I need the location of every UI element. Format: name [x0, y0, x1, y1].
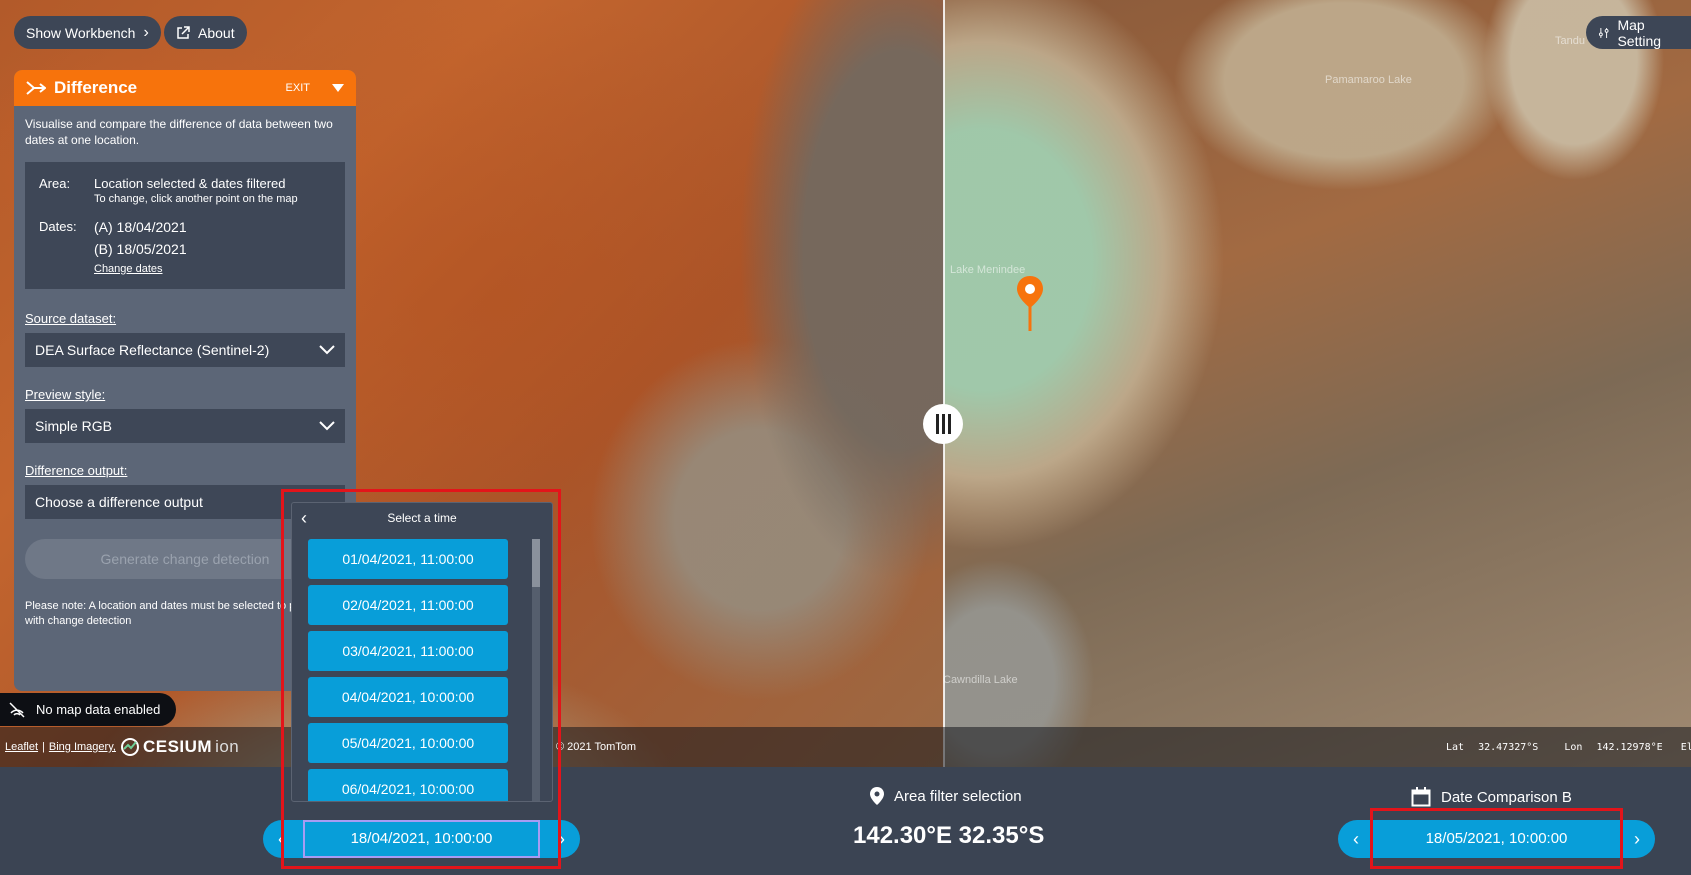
previous-date-b-button[interactable]: ‹ — [1346, 829, 1366, 850]
area-hint: To change, click another point on the ma… — [94, 193, 298, 205]
attribution-bar: Leaflet | Bing Imagery, CESIUM ion © 202… — [0, 727, 1691, 767]
source-dataset-select[interactable]: DEA Surface Reflectance (Sentinel-2) — [25, 333, 345, 367]
source-dataset-label: Source dataset: — [25, 311, 117, 326]
next-date-b-button[interactable]: › — [1627, 829, 1647, 850]
source-dataset-value: DEA Surface Reflectance (Sentinel-2) — [35, 342, 270, 358]
area-coordinates: 142.30°E 32.35°S — [853, 822, 1045, 849]
highlight-box-date-b — [1370, 808, 1623, 869]
dates-key: Dates: — [39, 219, 77, 234]
map-label: Pamamaroo Lake — [1325, 74, 1412, 86]
lat-value: 32.47327°S — [1478, 741, 1539, 753]
leaflet-link[interactable]: Leaflet — [5, 741, 38, 753]
no-map-data-badge[interactable]: No map data enabled — [0, 693, 176, 726]
tomtom-attribution: © 2021 TomTom — [556, 741, 637, 753]
elev-label: Ele — [1680, 741, 1691, 753]
map-label: Cawndilla Lake — [943, 674, 1018, 686]
area-filter-selection: Area filter selection — [870, 787, 1022, 805]
show-workbench-label: Show Workbench — [26, 24, 136, 41]
difference-output-label: Difference output: — [25, 463, 128, 478]
map-label: Lake Menindee — [950, 264, 1026, 276]
calendar-icon — [1411, 787, 1431, 807]
about-label: About — [198, 24, 235, 41]
chevron-down-icon — [319, 345, 335, 355]
about-button[interactable]: About — [164, 16, 247, 49]
map-pin-icon — [870, 787, 884, 805]
map-settings-button[interactable]: Map Setting — [1586, 16, 1691, 49]
area-key: Area: — [39, 176, 71, 191]
ion-text: ion — [215, 737, 240, 756]
sliders-icon — [1598, 27, 1609, 38]
chevron-right-icon: › — [143, 23, 149, 41]
highlight-box-date-a — [281, 489, 561, 869]
preview-style-value: Simple RGB — [35, 418, 113, 434]
panel-title: Difference — [54, 78, 138, 97]
area-filter-label: Area filter selection — [894, 787, 1022, 805]
difference-icon — [26, 81, 46, 95]
date-b-text: (B) 18/05/2021 — [94, 241, 187, 257]
date-a-text: (A) 18/04/2021 — [94, 219, 187, 235]
date-comparison-b-label: Date Comparison B — [1441, 788, 1572, 806]
cursor-coordinates: Lat 32.47327°S Lon 142.12978°E Ele — [1446, 742, 1691, 753]
map-settings-label: Map Setting — [1617, 16, 1662, 49]
lat-label: Lat — [1446, 741, 1465, 753]
split-handle[interactable] — [923, 404, 963, 444]
no-signal-icon — [9, 701, 25, 718]
cesium-ion-logo[interactable]: CESIUM ion — [120, 737, 239, 757]
panel-description: Visualise and compare the difference of … — [25, 117, 333, 147]
lon-value: 142.12978°E — [1596, 741, 1663, 753]
chevron-down-icon — [319, 421, 335, 431]
split-divider — [943, 0, 945, 767]
change-dates-link[interactable]: Change dates — [94, 263, 187, 275]
lon-label: Lon — [1564, 741, 1583, 753]
panel-header: Difference EXIT — [14, 70, 356, 106]
area-value: Location selected & dates filtered — [94, 176, 286, 191]
preview-style-label: Preview style: — [25, 387, 106, 402]
caret-down-icon[interactable] — [332, 84, 344, 92]
external-link-icon — [177, 25, 190, 39]
show-workbench-button[interactable]: Show Workbench › — [14, 16, 161, 49]
selection-info-box: Area: Location selected & dates filtered… — [25, 162, 345, 289]
bing-imagery-link[interactable]: Bing Imagery, — [49, 741, 116, 753]
map-label: Tandu — [1555, 35, 1585, 47]
difference-output-value: Choose a difference output — [35, 494, 203, 510]
cesium-text: CESIUM — [142, 737, 213, 756]
map-right-pane[interactable] — [944, 0, 1691, 767]
cesium-icon — [120, 738, 139, 756]
date-comparison-b-header: Date Comparison B — [1411, 787, 1572, 807]
exit-button[interactable]: EXIT — [286, 82, 310, 94]
preview-style-select[interactable]: Simple RGB — [25, 409, 345, 443]
no-map-data-label: No map data enabled — [36, 702, 161, 717]
location-pin-icon — [1017, 276, 1043, 331]
